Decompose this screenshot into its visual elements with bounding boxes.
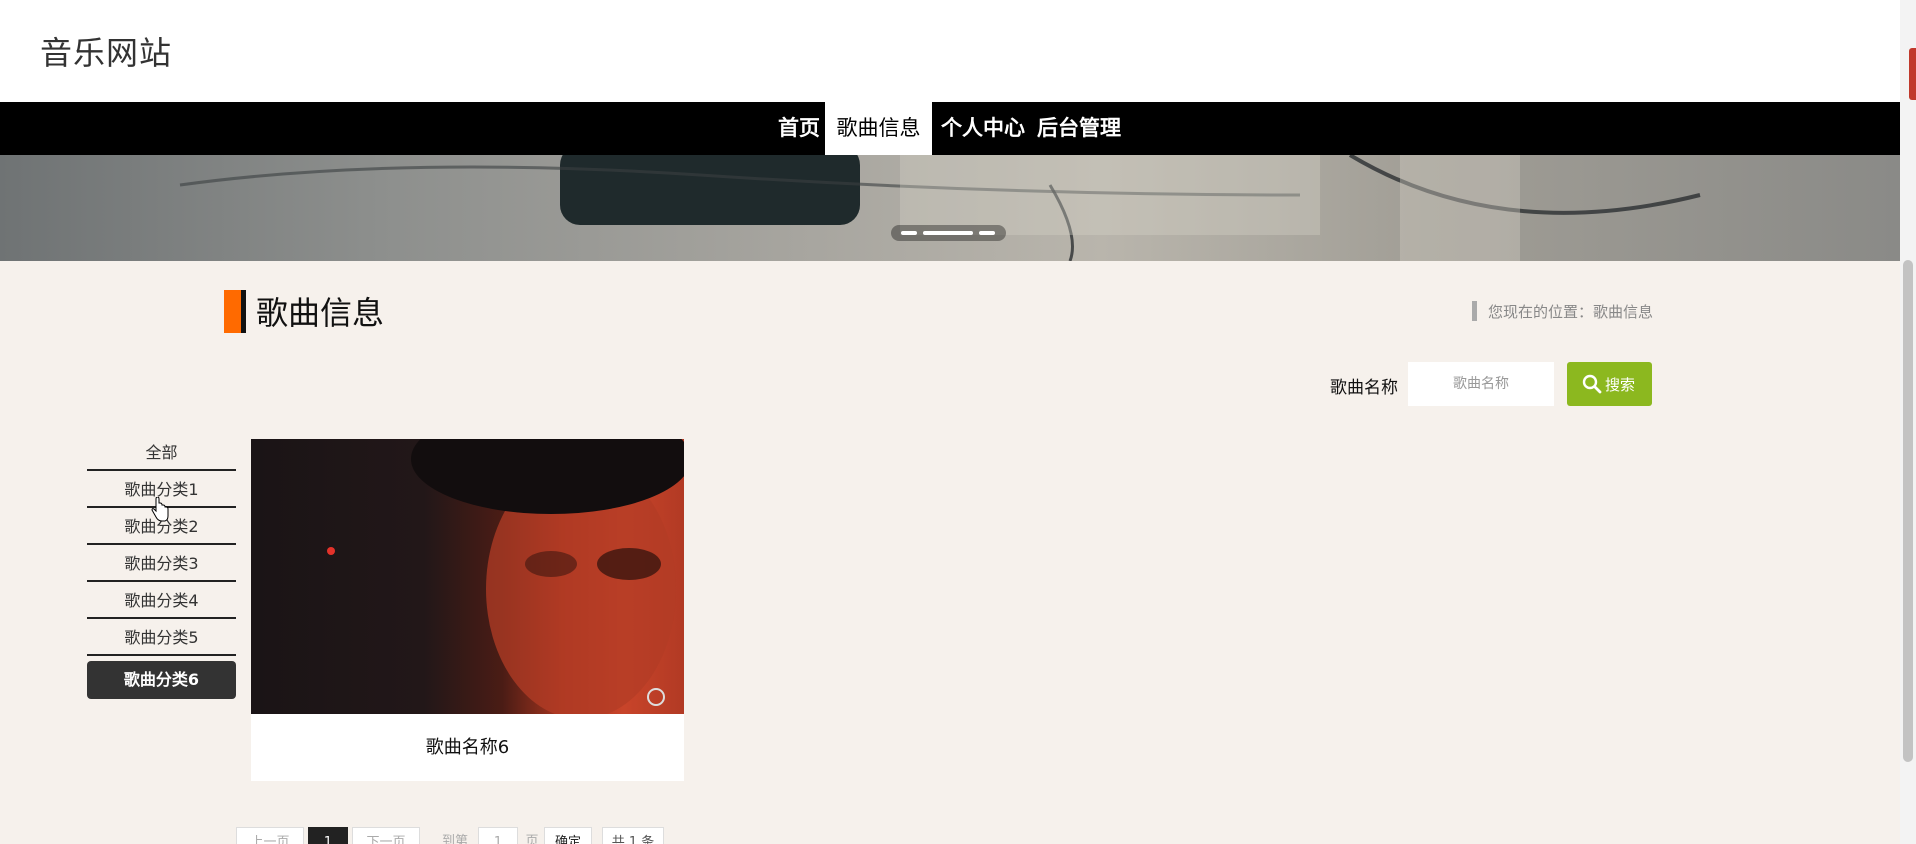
site-header: 音乐网站 (0, 0, 1900, 102)
scrollbar-thumb[interactable] (1903, 260, 1913, 762)
song-card[interactable]: 歌曲名称6 (251, 439, 684, 781)
total-count: 共 1 条 (602, 827, 664, 844)
category-all[interactable]: 全部 (87, 434, 236, 471)
hand-cursor-icon (151, 497, 169, 522)
search-button[interactable]: 搜索 (1567, 362, 1652, 406)
carousel-dot[interactable] (901, 231, 917, 235)
vertical-scrollbar[interactable] (1900, 0, 1916, 844)
goto-page-input[interactable]: 1 (478, 827, 518, 844)
main-content: 歌曲信息 您现在的位置：歌曲信息 歌曲名称 搜索 全部 歌曲分类1 歌曲分类2 … (0, 261, 1900, 844)
search-label: 歌曲名称 (1330, 378, 1398, 398)
nav-admin[interactable]: 后台管理 (1034, 102, 1124, 155)
title-accent-bar (224, 290, 246, 333)
search-icon (1582, 374, 1602, 394)
prev-page-button[interactable]: 上一页 (236, 827, 304, 844)
search-button-label: 搜索 (1605, 376, 1636, 394)
nav-personal-center[interactable]: 个人中心 (939, 102, 1027, 155)
cover-art (327, 439, 684, 714)
song-name[interactable]: 歌曲名称6 (251, 714, 684, 781)
goto-label: 到第 (441, 834, 468, 844)
side-widget-tab[interactable] (1909, 48, 1916, 100)
category-item-5[interactable]: 歌曲分类5 (87, 619, 236, 656)
search-input[interactable] (1408, 362, 1554, 406)
main-nav: 首页 歌曲信息 个人中心 后台管理 (0, 102, 1900, 155)
next-page-button[interactable]: 下一页 (352, 827, 420, 844)
site-title: 音乐网站 (40, 34, 173, 72)
category-item-3[interactable]: 歌曲分类3 (87, 545, 236, 582)
category-list: 全部 歌曲分类1 歌曲分类2 歌曲分类3 歌曲分类4 歌曲分类5 歌曲分类6 (87, 434, 236, 699)
carousel-dot[interactable] (979, 231, 995, 235)
carousel-dot-active[interactable] (923, 231, 973, 235)
goto-suffix: 页 (525, 834, 539, 844)
banner-carousel[interactable] (0, 155, 1900, 261)
breadcrumb: 您现在的位置：歌曲信息 (1488, 303, 1654, 321)
page-number-current[interactable]: 1 (308, 827, 348, 844)
nav-home[interactable]: 首页 (772, 102, 826, 155)
breadcrumb-marker (1472, 301, 1477, 321)
confirm-button[interactable]: 确定 (544, 827, 592, 844)
nav-song-info[interactable]: 歌曲信息 (825, 102, 932, 155)
carousel-indicator[interactable] (891, 225, 1006, 241)
page-title: 歌曲信息 (256, 294, 385, 332)
banner-image (179, 155, 1701, 261)
category-item-6[interactable]: 歌曲分类6 (87, 661, 236, 699)
song-cover-image[interactable] (251, 439, 684, 714)
category-item-4[interactable]: 歌曲分类4 (87, 582, 236, 619)
